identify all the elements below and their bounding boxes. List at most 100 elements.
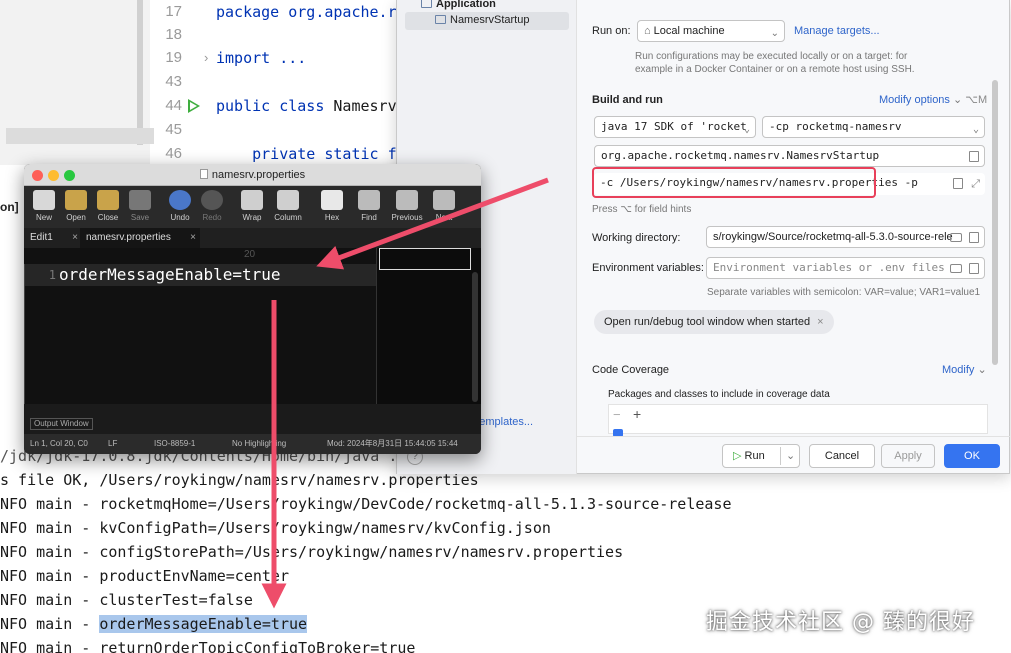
side-panel-scrollbar[interactable] [137,0,143,145]
line-number: 46 [165,145,182,162]
editor-text-area[interactable]: 1 orderMessageEnable=true [24,264,376,413]
ok-button[interactable]: OK [944,444,1000,468]
run-button[interactable]: ▷ Run ⌄ [722,444,800,468]
jdk-select[interactable]: java 17 SDK of 'rocket ⌄ [594,116,756,138]
tree-item-namesrvstartup[interactable]: NamesrvStartup [435,14,529,26]
manage-targets-link[interactable]: Manage targets... [794,25,880,37]
run-on-select[interactable]: ⌂ Local machine ⌄ [637,20,785,42]
binoculars-icon [358,190,380,210]
console-highlight[interactable]: orderMessageEnable=true [99,615,308,633]
output-window-tab[interactable]: Output Window [30,418,93,430]
add-icon[interactable]: + [633,406,641,422]
new-button[interactable]: New [28,188,60,226]
close-window-icon[interactable] [32,170,43,181]
close-tab-icon[interactable]: × [190,228,196,248]
close-button[interactable]: Close [92,188,124,226]
code-text[interactable]: public class NamesrvSt [216,94,415,118]
run-gutter-icon[interactable] [188,99,200,113]
doc-icon[interactable] [969,263,979,274]
find-button[interactable]: Find [353,188,385,226]
working-dir-field[interactable]: s/roykingw/Source/rocketmq-all-5.3.0-sou… [706,226,985,248]
coverage-list[interactable]: − + [608,404,988,437]
wrap-button[interactable]: Wrap [236,188,268,226]
status-bar: Ln 1, Col 20, C0 LF ISO-8859-1 No Highli… [24,434,481,454]
property-text[interactable]: orderMessageEnable=true [59,264,281,286]
open-button[interactable]: Open [60,188,92,226]
chevron-down-icon[interactable]: ⌄ [786,445,795,467]
env-field[interactable]: Environment variables or .env files [706,257,985,279]
window-title: namesrv.properties [211,169,306,181]
split-divider [780,447,781,465]
encoding[interactable]: ISO-8859-1 [154,434,195,454]
code-coverage-heading: Code Coverage [592,364,670,376]
minimap[interactable] [376,248,481,404]
find-previous-icon [396,190,418,210]
text-line[interactable]: 1 orderMessageEnable=true [24,264,376,286]
run-configuration-dialog: Application NamesrvStartup n templates..… [396,0,1010,474]
column-button[interactable]: Column [272,188,304,226]
main-class-field[interactable]: org.apache.rocketmq.namesrv.NamesrvStart… [594,145,985,167]
code-text[interactable]: import ... [216,46,306,70]
browse-icon[interactable] [969,151,979,162]
chevron-down-icon: ⌄ [770,28,779,39]
tab-edit1[interactable]: Edit1 × [30,228,82,248]
minimap-viewport[interactable] [379,248,471,270]
tab-label: Edit1 [30,232,53,243]
application-icon [421,0,432,8]
build-and-run-heading: Build and run [592,94,663,106]
zoom-window-icon[interactable] [64,170,75,181]
program-arguments-tail: -p [904,176,918,189]
modify-options-link[interactable]: Modify options ⌄ ⌥M [879,93,987,106]
file-icon [199,169,208,179]
run-button-label: Run [744,450,765,462]
save-icon [129,190,151,210]
console-line: NFO main - kvConfigPath=/Users/roykingw/… [0,519,551,537]
expand-icon[interactable]: ⤢ [971,174,980,194]
folder-icon[interactable] [950,233,962,242]
new-file-icon [33,190,55,210]
save-button[interactable]: Save [124,188,156,226]
next-button[interactable]: Next [428,188,460,226]
line-number: 1 [48,268,56,282]
tab-namesrv-properties[interactable]: namesrv.properties × [80,228,200,248]
toolbar: New Open Close Save Undo Redo Wrap Colum… [24,186,481,228]
side-panel-row [6,128,154,144]
previous-button[interactable]: Previous [391,188,423,226]
hex-button[interactable]: Hex [316,188,348,226]
ruler-mark: 20 [244,249,256,260]
line-number: 18 [165,26,182,43]
fold-chevron-icon[interactable]: › [204,46,208,70]
coverage-modify-link[interactable]: Modify ⌄ [942,363,987,376]
tree-item-application[interactable]: Application [421,0,496,10]
clipped-label: on] [0,200,19,214]
remove-icon[interactable]: − [613,407,621,422]
classpath-select[interactable]: -cp rocketmq-namesrv ⌄ [762,116,985,138]
highlighting-mode[interactable]: No Highlighting [232,434,286,454]
apply-button[interactable]: Apply [881,444,935,468]
watermark: 掘金技术社区 @ 臻的很好 [706,610,975,635]
tool-label: Undo [170,213,190,222]
open-tool-window-chip[interactable]: Open run/debug tool window when started … [594,310,834,334]
close-icon[interactable]: × [817,316,823,328]
minimize-window-icon[interactable] [48,170,59,181]
tool-label: New [35,213,52,222]
tab-bar: Edit1 × namesrv.properties × [24,228,481,248]
dialog-scrollbar[interactable] [992,80,998,365]
code-text[interactable]: private static fir [216,142,415,166]
cancel-button[interactable]: Cancel [809,444,875,468]
redo-button[interactable]: Redo [196,188,228,226]
run-on-label: Run on: [592,25,631,37]
undo-button[interactable]: Undo [164,188,196,226]
vertical-scrollbar[interactable] [472,272,478,402]
console-line: NFO main - returnOrderTopicConfigToBroke… [0,639,416,653]
doc-icon[interactable] [969,232,979,243]
folder-icon[interactable] [950,264,962,273]
field-hint: Press ⌥ for field hints [592,204,692,215]
close-tab-icon[interactable]: × [72,228,78,248]
expand-doc-icon[interactable] [953,178,963,189]
tree-item-label: NamesrvStartup [450,14,530,26]
console-line-highlighted: NFO main - orderMessageEnable=true [0,612,308,636]
shortcut-hint: ⌥M [965,94,988,106]
properties-editor-titlebar[interactable]: namesrv.properties [24,164,481,186]
line-ending[interactable]: LF [108,434,117,454]
